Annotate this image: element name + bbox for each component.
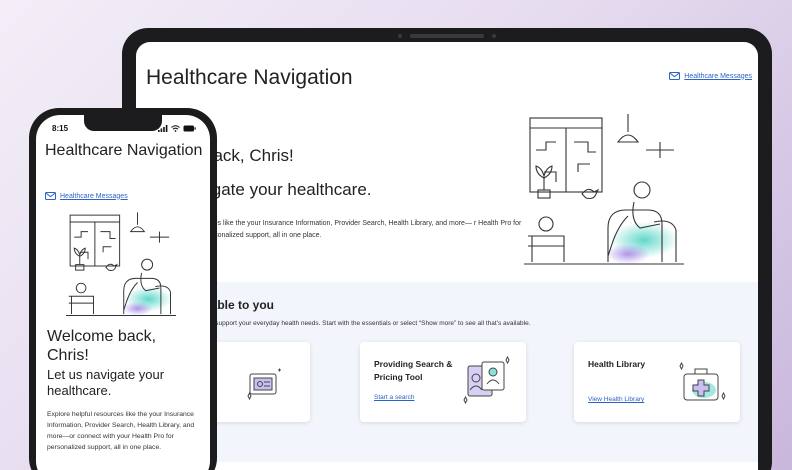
healthcare-messages-link[interactable]: Healthcare Messages [45, 192, 128, 200]
first-aid-kit-icon [679, 361, 726, 401]
healthcare-messages-link[interactable]: Healthcare Messages [669, 72, 752, 80]
phone-device: 8:15 Healthcare Navigation Healthcare Me… [29, 108, 217, 470]
person-relaxing-illustration [66, 212, 176, 316]
subtitle-heading: igate your healthcare. [208, 180, 372, 199]
phone-notch [84, 115, 162, 131]
section-description: to support your everyday health needs. S… [208, 320, 531, 327]
view-health-library-link[interactable]: View Health Library [588, 396, 644, 403]
mail-icon [669, 72, 681, 80]
page-title: Healthcare Navigation [146, 66, 353, 89]
start-search-link[interactable]: Start a search [374, 394, 414, 401]
messages-link-label: Healthcare Messages [684, 72, 752, 80]
service-card-insurance[interactable] [204, 342, 310, 422]
card-title: Providing Search & Pricing Tool [374, 359, 453, 382]
tablet-camera [398, 34, 496, 38]
phone-screen: 8:15 Healthcare Navigation Healthcare Me… [36, 115, 210, 470]
welcome-heading: Welcome back, Chris! [47, 328, 157, 364]
messages-link-label: Healthcare Messages [60, 192, 128, 200]
service-card-provider-search[interactable]: Providing Search & Pricing Tool Start a … [360, 342, 526, 422]
available-services-section: ilable to you to support your everyday h… [136, 282, 758, 462]
signal-icon [158, 125, 168, 132]
document-icon [247, 368, 281, 401]
intro-description: Explore helpful resources like the your … [47, 411, 195, 451]
tablet-device: Healthcare Navigation Healthcare Message… [122, 28, 772, 470]
mail-icon [45, 192, 56, 200]
page-title: Healthcare Navigation [45, 142, 203, 159]
intro-description: urces like the your Insurance Informatio… [204, 220, 522, 239]
status-time: 8:15 [52, 124, 69, 133]
wifi-icon [171, 125, 180, 132]
service-card-health-library[interactable]: Health Library View Health Library [574, 342, 740, 422]
card-title: Health Library [588, 359, 646, 369]
welcome-heading: back, Chris! [204, 146, 294, 165]
status-icons [158, 125, 196, 132]
tablet-screen: Healthcare Navigation Healthcare Message… [136, 42, 758, 470]
subtitle-heading: Let us navigate your healthcare. [47, 367, 165, 398]
battery-icon [183, 125, 196, 132]
person-relaxing-illustration [524, 114, 684, 265]
doctor-profile-icon [463, 356, 510, 405]
